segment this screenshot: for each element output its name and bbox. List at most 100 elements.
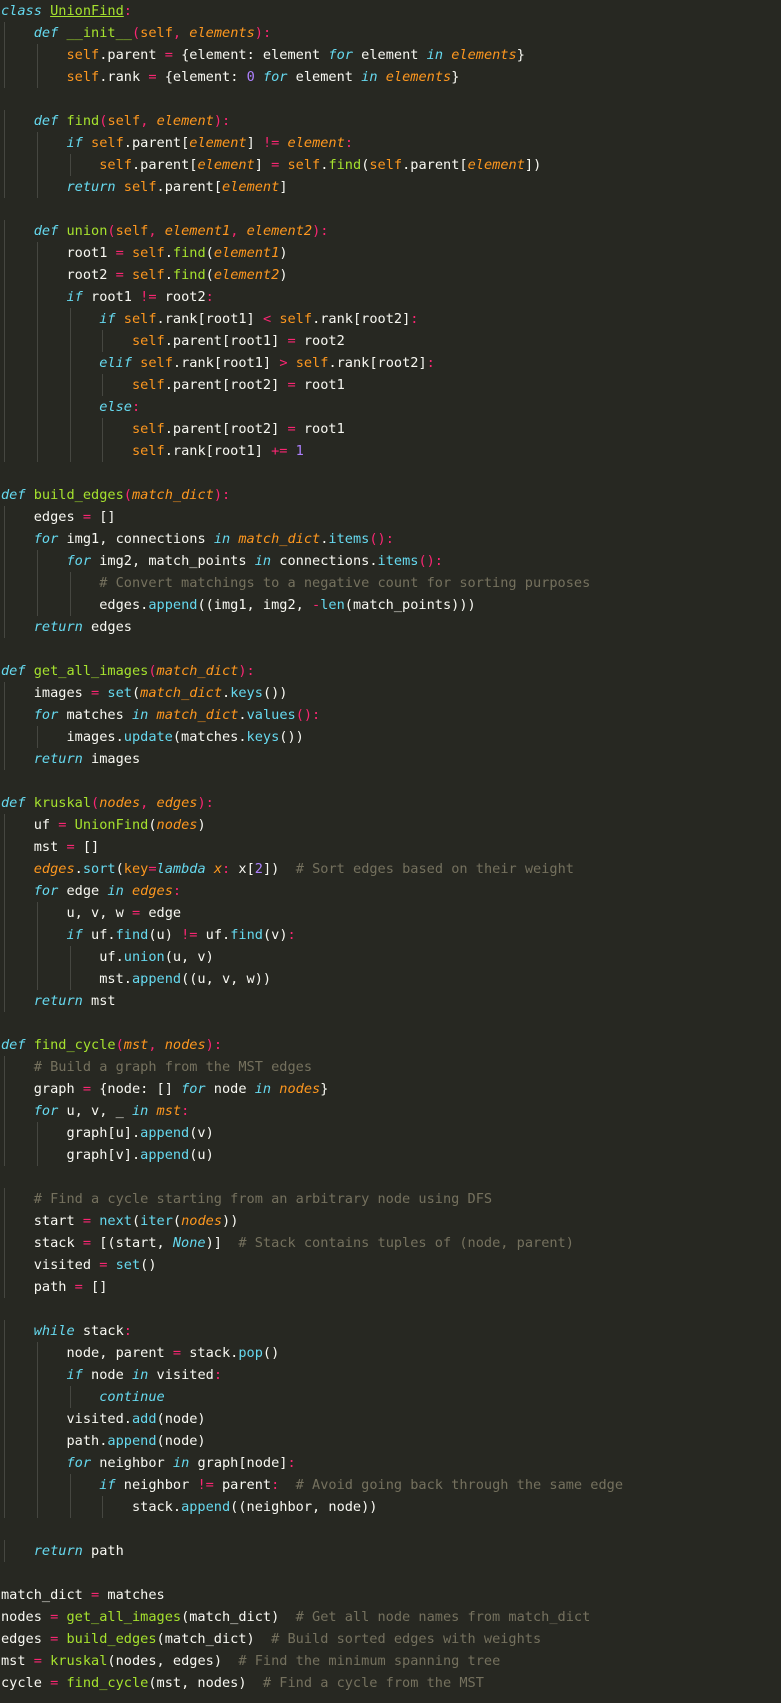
code-line: mst.append((u, v, w)) — [1, 968, 779, 990]
code-token: for — [66, 1455, 92, 1471]
code-token: return — [33, 751, 83, 767]
code-token: path — [1, 1279, 75, 1295]
code-token: } — [451, 69, 460, 85]
indent-guide — [4, 1342, 5, 1364]
code-token: : — [123, 1323, 132, 1339]
code-token: edges — [33, 861, 75, 877]
code-token: append — [131, 971, 182, 987]
code-editor[interactable]: class UnionFind: def __init__(self, elem… — [1, 0, 779, 1694]
code-token: .parent[ — [131, 157, 198, 173]
code-line: def find(self, element): — [1, 110, 779, 132]
code-token: return — [66, 179, 116, 195]
indent-guide — [4, 264, 5, 286]
code-token: for — [33, 531, 59, 547]
code-token: = — [287, 377, 296, 393]
code-token: : — [172, 883, 182, 899]
code-token: mst — [156, 1103, 182, 1119]
code-token: != — [181, 927, 198, 943]
indent-guide — [36, 572, 38, 594]
code-token: build_edges — [33, 487, 124, 503]
code-token: ( — [205, 245, 214, 261]
indent-guide — [36, 1364, 38, 1386]
code-token: {node: [] — [91, 1081, 182, 1097]
code-token: : — [213, 1367, 223, 1383]
code-token: graph — [1, 1081, 83, 1097]
code-token: .parent[root1] — [164, 333, 288, 349]
code-token: elements — [385, 69, 452, 85]
indent-guide — [69, 946, 71, 968]
indent-guide — [36, 1474, 38, 1496]
code-line: if self.rank[root1] < self.rank[root2]: — [1, 308, 779, 330]
code-token: values — [246, 707, 296, 723]
code-token: else — [99, 399, 132, 415]
code-token: mst. — [1, 971, 132, 987]
code-token: 1 — [295, 443, 304, 459]
indent-guide — [4, 154, 5, 176]
code-token: .parent[ — [402, 157, 468, 173]
code-token: items — [328, 531, 370, 547]
code-token: find — [115, 927, 149, 943]
indent-guide — [36, 66, 38, 88]
indent-guide — [36, 176, 38, 198]
indent-guide — [4, 1386, 5, 1408]
code-token: (match_dict) — [156, 1631, 272, 1647]
code-line: self.rank = {element: 0 for element in e… — [1, 66, 779, 88]
code-token: edges — [1, 509, 83, 525]
code-token: element — [287, 69, 362, 85]
code-token: element — [189, 135, 247, 151]
code-token: build_edges — [66, 1631, 157, 1647]
code-token: in — [131, 707, 149, 723]
code-token: return — [33, 619, 83, 635]
code-token: len — [320, 597, 345, 613]
indent-guide — [69, 572, 71, 594]
code-token: # Find a cycle starting from an arbitrar… — [33, 1191, 493, 1207]
code-token: = — [82, 1081, 92, 1097]
code-token: .rank[root1] — [164, 443, 272, 459]
indent-guide — [4, 352, 5, 374]
code-token: match_dict — [131, 487, 214, 503]
code-token: items — [377, 553, 419, 569]
code-token: () — [140, 1257, 157, 1273]
code-token: stack. — [1, 1499, 182, 1515]
code-token: graph[node] — [189, 1455, 288, 1471]
code-token: match_dict — [156, 663, 239, 679]
code-line: self.parent[root1] = root2 — [1, 330, 779, 352]
code-line: nodes = get_all_images(match_dict) # Get… — [1, 1606, 779, 1628]
code-token: if — [66, 927, 83, 943]
indent-guide — [36, 1430, 38, 1452]
code-line: for img2, match_points in connections.it… — [1, 550, 779, 572]
indent-guide — [4, 1144, 5, 1166]
code-token: () — [262, 1345, 280, 1361]
code-token: self — [107, 113, 141, 129]
code-token: (node) — [156, 1433, 206, 1449]
code-token: for — [33, 1103, 59, 1119]
code-token: uf. — [82, 927, 116, 943]
indent-guide — [69, 418, 71, 440]
code-token: uf — [1, 817, 59, 833]
indent-guide — [4, 550, 5, 572]
code-token: UnionFind — [74, 817, 149, 833]
code-line: cycle = find_cycle(mst, nodes) # Find a … — [1, 1672, 779, 1694]
code-line: for matches in match_dict.values(): — [1, 704, 779, 726]
indent-guide — [4, 924, 5, 946]
code-token: set — [107, 685, 132, 701]
code-token: edges — [156, 795, 198, 811]
indent-guide — [4, 330, 5, 352]
indent-guide — [36, 330, 38, 352]
code-token: union — [66, 223, 108, 239]
